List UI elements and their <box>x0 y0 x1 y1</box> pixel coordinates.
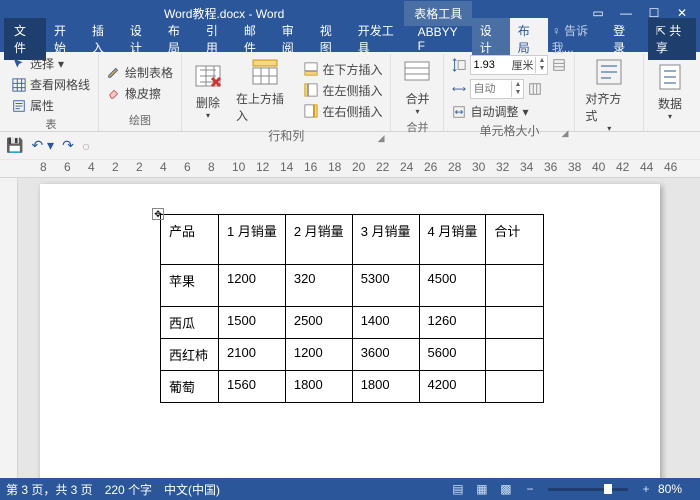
zoom-slider[interactable] <box>548 488 628 491</box>
table-row[interactable]: 苹果120032053004500 <box>161 265 544 307</box>
col-width-input[interactable] <box>471 83 511 95</box>
row-height-icon <box>452 58 466 72</box>
dialog-launcher-icon[interactable]: ◢ <box>378 133 385 144</box>
view-gridlines-button[interactable]: 查看网格线 <box>10 75 92 94</box>
tell-me-text: 告诉我... <box>552 24 588 55</box>
zoom-out-button[interactable]: − <box>519 481 541 497</box>
header-cell[interactable]: 产品 <box>161 215 219 265</box>
group-label-table: 表 <box>10 115 92 133</box>
page-count[interactable]: 第 3 页，共 3 页 <box>6 481 93 498</box>
header-cell[interactable]: 合计 <box>486 215 544 265</box>
group-table: 选择 ▾ 查看网格线 属性 表 <box>4 54 99 131</box>
merge-button[interactable]: 合并▾ <box>397 54 437 118</box>
eraser-button[interactable]: 橡皮擦 <box>105 84 175 103</box>
draw-table-button[interactable]: 绘制表格 <box>105 63 175 82</box>
language[interactable]: 中文(中国) <box>164 481 220 498</box>
spin-down-icon[interactable]: ▼ <box>536 65 547 73</box>
insert-above-button[interactable]: 在上方插入 <box>232 54 298 126</box>
data-button[interactable]: 数据▾ <box>650 54 690 127</box>
select-button[interactable]: 选择 ▾ <box>10 54 92 73</box>
spin-up-icon[interactable]: ▲ <box>512 81 523 89</box>
redo-icon[interactable]: ↷ <box>62 137 74 154</box>
web-layout-icon[interactable]: ▩ <box>495 481 517 497</box>
autofit-button[interactable]: 自动调整 ▾ <box>450 102 568 121</box>
spin-up-icon[interactable]: ▲ <box>536 57 547 65</box>
row-height-control: 厘米▲▼ <box>450 54 568 76</box>
row-height-spinner[interactable]: 厘米▲▼ <box>470 55 548 75</box>
distribute-cols-icon[interactable] <box>528 82 542 96</box>
zoom-level[interactable]: 80% <box>658 482 682 496</box>
distribute-rows-icon[interactable] <box>552 58 566 72</box>
ribbon: 选择 ▾ 查看网格线 属性 表 绘制表格 橡皮擦 绘图 删除▾ 在上方插入 在下… <box>0 52 700 132</box>
tab-abbyy[interactable]: ABBYY F <box>410 21 472 57</box>
table-header-row[interactable]: 产品 1 月销量 2 月销量 3 月销量 4 月销量 合计 <box>161 215 544 265</box>
header-cell[interactable]: 1 月销量 <box>219 215 286 265</box>
header-cell[interactable]: 3 月销量 <box>352 215 419 265</box>
insert-right-button[interactable]: 在右侧插入 <box>302 102 384 121</box>
col-width-spinner[interactable]: ▲▼ <box>470 79 524 99</box>
horizontal-ruler[interactable]: 8642246810121416182022242628303234363840… <box>0 160 700 178</box>
group-label-size: 单元格大小◢ <box>450 121 568 140</box>
zoom-thumb[interactable] <box>604 484 612 494</box>
header-cell[interactable]: 2 月销量 <box>285 215 352 265</box>
insert-below-button[interactable]: 在下方插入 <box>302 60 384 79</box>
group-rows-columns: 删除▾ 在上方插入 在下方插入 在左侧插入 在右侧插入 行和列◢ <box>182 54 391 131</box>
print-layout-icon[interactable]: ▦ <box>471 481 493 497</box>
ribbon-tabs: 文件 开始 插入 设计 布局 引用 邮件 审阅 视图 开发工具 ABBYY F … <box>0 26 700 52</box>
insert-left-button[interactable]: 在左侧插入 <box>302 81 384 100</box>
dialog-launcher-icon[interactable]: ◢ <box>562 128 569 139</box>
read-mode-icon[interactable]: ▤ <box>447 481 469 497</box>
header-cell[interactable]: 4 月销量 <box>419 215 486 265</box>
delete-button[interactable]: 删除▾ <box>188 54 228 126</box>
vertical-ruler[interactable] <box>0 178 18 478</box>
status-bar: 第 3 页，共 3 页 220 个字 中文(中国) ▤ ▦ ▩ − + 80% <box>0 478 700 500</box>
alignment-button[interactable]: 对齐方式▾ <box>581 54 637 135</box>
tell-me-icon[interactable]: ♀ 告诉我... <box>552 22 605 56</box>
table-row[interactable]: 葡萄1560180018004200 <box>161 371 544 403</box>
col-width-control: ▲▼ <box>450 78 568 100</box>
document-area: ✥ 产品 1 月销量 2 月销量 3 月销量 4 月销量 合计 苹果120032… <box>0 178 700 478</box>
properties-button[interactable]: 属性 <box>10 96 92 115</box>
group-alignment: 对齐方式▾ <box>575 54 644 131</box>
zoom-in-button[interactable]: + <box>635 481 657 497</box>
group-merge: 合并▾ 合并 <box>391 54 444 131</box>
group-cell-size: 厘米▲▼ ▲▼ 自动调整 ▾ 单元格大小◢ <box>444 54 575 131</box>
table-row[interactable]: 西红柿2100120036005600 <box>161 339 544 371</box>
spin-down-icon[interactable]: ▼ <box>512 89 523 97</box>
word-count[interactable]: 220 个字 <box>105 481 152 498</box>
save-icon[interactable]: 💾 <box>6 137 23 154</box>
group-data: 数据▾ <box>644 54 696 131</box>
qat-more-icon[interactable]: ○ <box>82 138 90 154</box>
undo-icon[interactable]: ↶ ▾ <box>31 137 54 154</box>
page[interactable]: ✥ 产品 1 月销量 2 月销量 3 月销量 4 月销量 合计 苹果120032… <box>40 184 660 478</box>
data-table[interactable]: 产品 1 月销量 2 月销量 3 月销量 4 月销量 合计 苹果12003205… <box>160 214 544 403</box>
table-move-handle[interactable]: ✥ <box>152 208 164 220</box>
group-draw: 绘制表格 橡皮擦 绘图 <box>99 54 182 131</box>
group-label-draw: 绘图 <box>105 111 175 129</box>
table-row[interactable]: 西瓜1500250014001260 <box>161 307 544 339</box>
group-label-merge: 合并 <box>397 118 437 136</box>
row-height-input[interactable] <box>471 59 511 71</box>
col-width-icon <box>452 82 466 96</box>
group-label-rc: 行和列◢ <box>188 126 384 145</box>
